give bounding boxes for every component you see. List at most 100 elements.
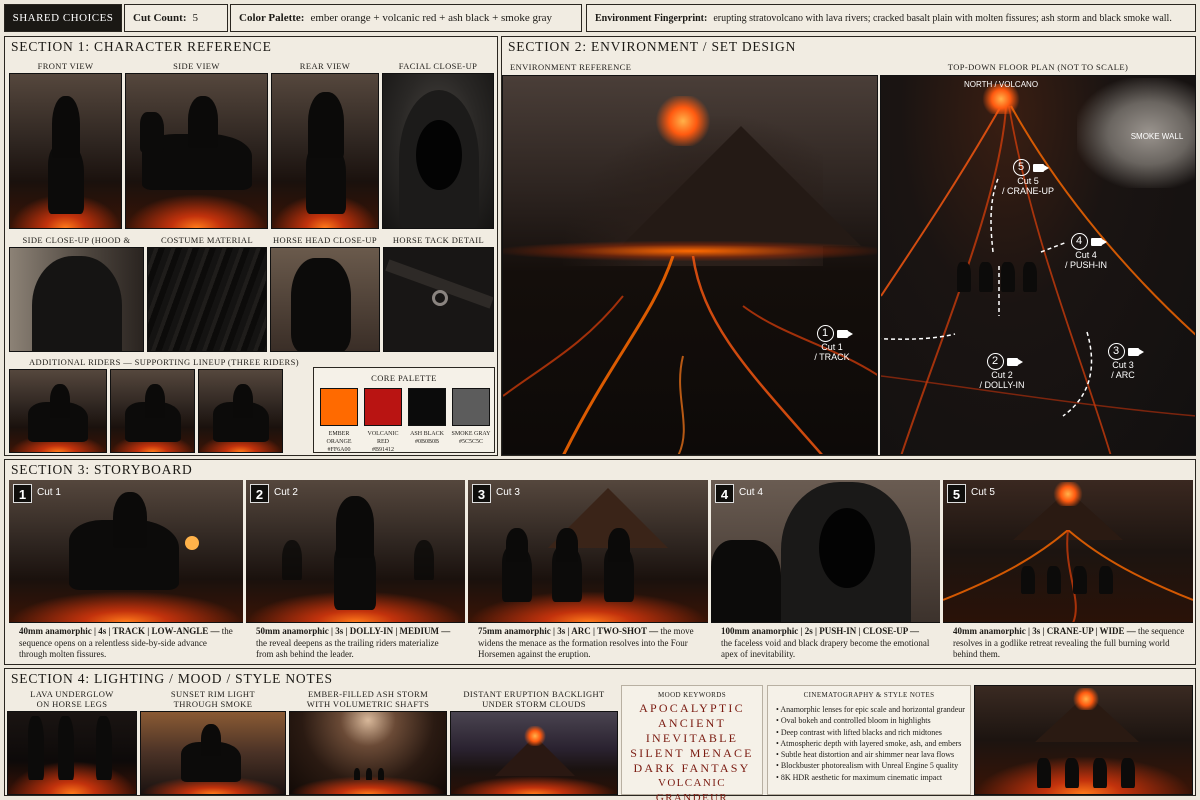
rear-view-image: [271, 73, 379, 229]
cut-5-number: 5: [1012, 159, 1030, 176]
smoke-wall-label: SMOKE WALL: [1130, 132, 1184, 141]
storyboard-frame-2: 2 Cut 2 50mm anamorphic | 3s | DOLLY-IN …: [246, 468, 465, 664]
storyboard-frame-1: 1 Cut 1 40mm anamorphic | 4s | TRACK | L…: [9, 468, 243, 664]
core-palette-title: CORE PALETTE: [371, 373, 437, 383]
lighting-ref-4-image: [450, 711, 618, 795]
style-note: • 8K HDR aesthetic for maximum cinematic…: [776, 772, 943, 782]
lighting-ref-1: LAVA UNDERGLOW ON HORSE LEGS: [7, 687, 137, 795]
lighting-ref-3: EMBER-FILLED ASH STORM WITH VOLUMETRIC SH…: [289, 687, 447, 795]
horse-head-image: [270, 247, 380, 352]
frame-1-image: [9, 480, 243, 623]
rear-view-panel: REAR VIEW: [271, 59, 379, 231]
frame-4-number: 4: [715, 484, 734, 503]
facial-close-up-caption: FACIAL CLOSE-UP: [398, 61, 478, 71]
frame-2-desc: the reveal deepens as the trailing rider…: [256, 637, 439, 660]
rear-view-caption: REAR VIEW: [299, 61, 351, 71]
facial-close-up-image: [382, 73, 494, 229]
floor-plan-image: NORTH / VOLCANO SMOKE WALL: [880, 75, 1196, 455]
side-close-up-image: [9, 247, 144, 352]
cut-1-move: / TRACK: [814, 352, 850, 362]
cut-1-marker: 1 Cut 1 / TRACK: [806, 325, 858, 362]
cut-3-move: / ARC: [1111, 370, 1135, 380]
cut-count-label: Cut Count:: [133, 12, 187, 24]
shared-choices-badge: SHARED CHOICES: [4, 4, 122, 32]
cinematography-notes-title: CINEMATOGRAPHY & STYLE NOTES: [803, 691, 935, 699]
color-palette-field: Color Palette: ember orange + volcanic r…: [230, 4, 582, 32]
section-4-title: SECTION 4: LIGHTING / MOOD / STYLE NOTES: [11, 671, 333, 686]
style-note: • Deep contrast with lifted blacks and r…: [776, 727, 942, 737]
mood-keyword: APOCALYPTIC: [639, 701, 745, 715]
section-1-title: SECTION 1: CHARACTER REFERENCE: [11, 39, 272, 54]
section-storyboard: SECTION 3: STORYBOARD 1 Cut 1 40mm anamo…: [4, 459, 1196, 665]
cut-5-label: Cut 5: [1017, 176, 1039, 186]
floor-plan-caption: TOP-DOWN FLOOR PLAN (NOT TO SCALE): [947, 62, 1129, 72]
palette-value: ember orange + volcanic red + ash black …: [310, 12, 553, 24]
additional-riders-panel: ADDITIONAL RIDERS — SUPPORTING LINEUP (T…: [9, 355, 309, 453]
mood-keyword: ANCIENT: [657, 716, 727, 730]
frame-5-specs: 40mm anamorphic | 3s | CRANE-UP | WIDE —: [953, 626, 1136, 636]
palette-label: Color Palette:: [239, 12, 305, 24]
frame-2-number: 2: [250, 484, 269, 503]
frame-1-cut: Cut 1: [37, 487, 61, 498]
rider-image-1: [9, 369, 107, 453]
cut-2-move: / DOLLY-IN: [979, 380, 1025, 390]
frame-4-desc: the faceless void and black drapery beco…: [721, 637, 930, 660]
badge-label: SHARED CHOICES: [12, 12, 114, 24]
horse-tack-image: [383, 247, 494, 352]
frame-2-image: [246, 480, 465, 623]
lighting-ref-2-caption: SUNSET RIM LIGHT THROUGH SMOKE: [170, 689, 256, 709]
rider-image-3: [198, 369, 283, 453]
lighting-ref-3-image: [289, 711, 447, 795]
frame-3-notes: 75mm anamorphic | 3s | ARC | TWO-SHOT — …: [478, 626, 700, 661]
frame-2-specs: 50mm anamorphic | 3s | DOLLY-IN | MEDIUM…: [256, 626, 451, 636]
costume-material-image: [147, 247, 267, 352]
style-note: • Anamorphic lenses for epic scale and h…: [776, 705, 965, 714]
environment-fingerprint-field: Environment Fingerprint: erupting strato…: [586, 4, 1196, 32]
style-note: • Atmospheric depth with layered smoke, …: [776, 738, 962, 748]
front-view-caption: FRONT VIEW: [37, 61, 94, 71]
frame-4-cut: Cut 4: [739, 487, 763, 498]
mood-keywords-panel: MOOD KEYWORDS APOCALYPTIC ANCIENT INEVIT…: [621, 685, 763, 800]
cut-1-number: 1: [816, 325, 834, 342]
rider-image-2: [110, 369, 195, 453]
swatch-ember-orange: [320, 388, 358, 426]
core-palette-panel: CORE PALETTE EMBER ORANGE #FF6A00 VOLCANI…: [313, 367, 495, 453]
lighting-ref-2: SUNSET RIM LIGHT THROUGH SMOKE: [140, 687, 286, 795]
camera-icon: [1006, 357, 1023, 366]
costume-material-panel: COSTUME MATERIAL DETAIL: [147, 233, 267, 353]
cut-5-move: / CRANE-UP: [1001, 186, 1054, 196]
swatch-label-3: ASH BLACK #0B0B0B: [410, 431, 444, 445]
frame-3-specs: 75mm anamorphic | 3s | ARC | TWO-SHOT —: [478, 626, 659, 636]
section-environment: SECTION 2: ENVIRONMENT / SET DESIGN ENVI…: [501, 36, 1196, 456]
style-note: • Subtle heat distortion and air shimmer…: [776, 750, 955, 760]
frame-1-specs: 40mm anamorphic | 4s | TRACK | LOW-ANGLE…: [19, 626, 220, 636]
swatch-label-1: EMBER ORANGE #FF6A00: [326, 431, 352, 453]
cut-4-number: 4: [1070, 233, 1088, 250]
frame-5-notes: 40mm anamorphic | 3s | CRANE-UP | WIDE —…: [953, 626, 1185, 661]
frame-1-notes: 40mm anamorphic | 4s | TRACK | LOW-ANGLE…: [19, 626, 235, 661]
frame-5-image: [943, 480, 1193, 623]
section-lighting-mood-style: SECTION 4: LIGHTING / MOOD / STYLE NOTES…: [4, 668, 1196, 800]
cut-count-field: Cut Count: 5: [124, 4, 228, 32]
swatch-ash-black: [408, 388, 446, 426]
env-label: Environment Fingerprint:: [595, 12, 708, 24]
side-view-image: [125, 73, 268, 229]
lighting-ref-1-caption: LAVA UNDERGLOW ON HORSE LEGS: [30, 689, 114, 709]
horse-tack-caption: HORSE TACK DETAIL: [392, 235, 485, 245]
swatch-label-4: SMOKE GRAY #5C5C5C: [451, 431, 491, 445]
frame-4-notes: 100mm anamorphic | 2s | PUSH-IN | CLOSE-…: [721, 626, 932, 661]
frame-3-number: 3: [472, 484, 491, 503]
camera-icon: [1127, 347, 1144, 356]
frame-5-cut: Cut 5: [971, 487, 995, 498]
frame-1-number: 1: [13, 484, 32, 503]
cut-3-number: 3: [1107, 343, 1125, 360]
env-value: erupting stratovolcano with lava rivers;…: [713, 12, 1172, 24]
storyboard-frame-3: 3 Cut 3 75mm anamorphic | 3s | ARC | TWO…: [468, 468, 708, 664]
camera-icon: [1090, 237, 1107, 246]
facial-close-up-panel: FACIAL CLOSE-UP: [382, 59, 494, 231]
frame-5-number: 5: [947, 484, 966, 503]
lighting-ref-1-image: [7, 711, 137, 795]
lighting-ref-2-image: [140, 711, 286, 795]
horse-head-caption: HORSE HEAD CLOSE-UP: [273, 235, 377, 245]
side-view-panel: SIDE VIEW: [125, 59, 268, 231]
